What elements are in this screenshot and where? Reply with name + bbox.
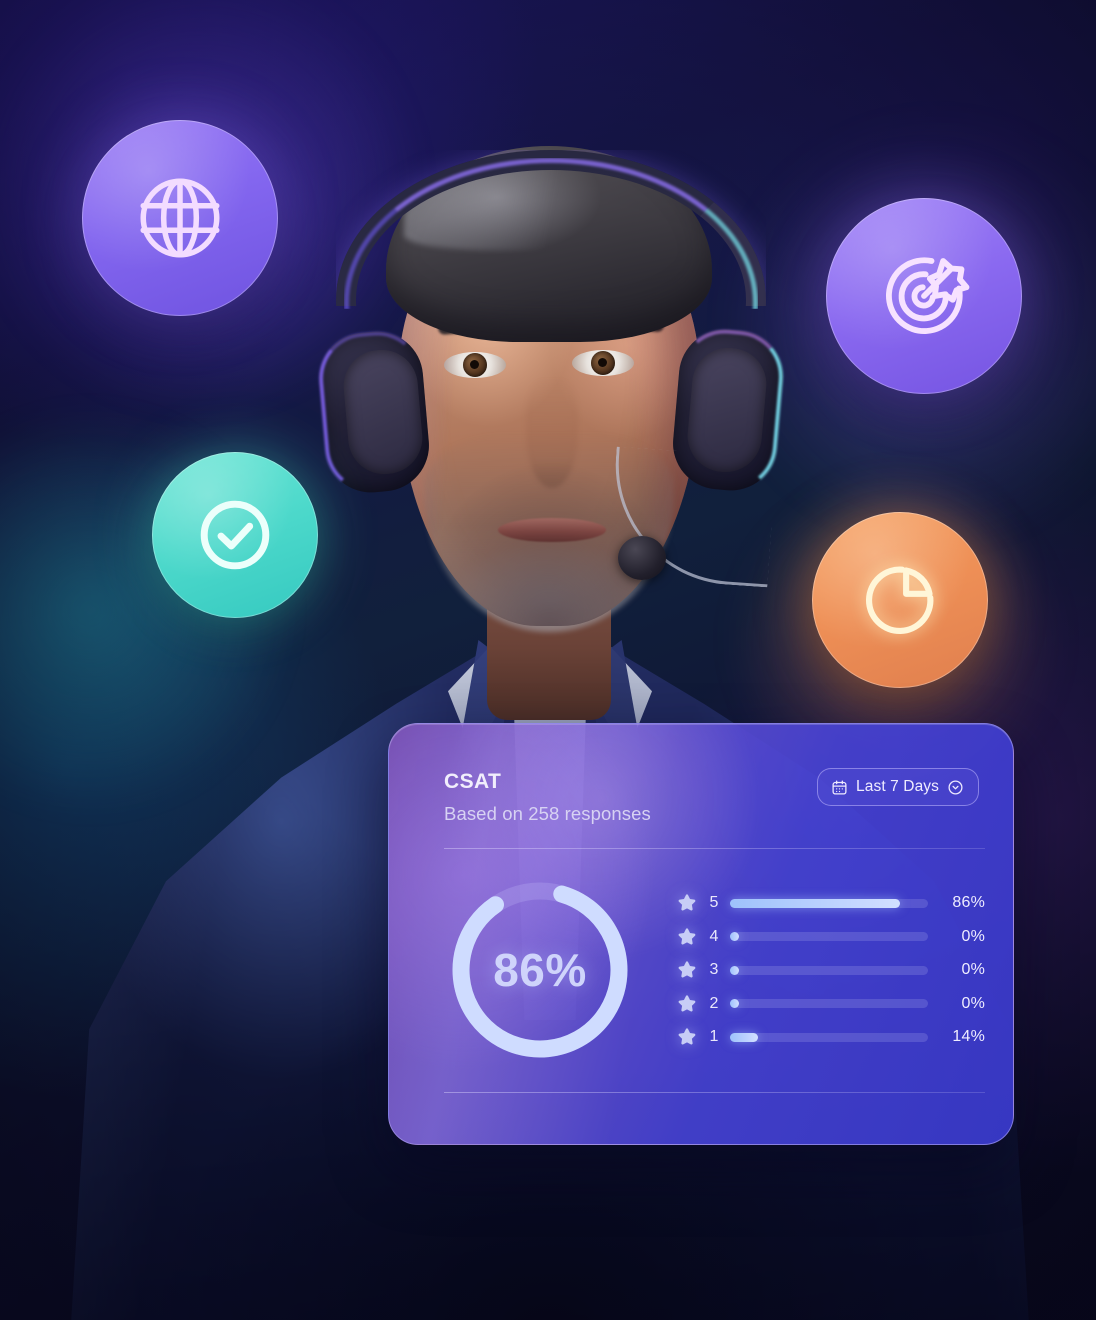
rating-row: 1 14% [676, 1026, 985, 1048]
card-body: 86% 5 86% 4 0% 3 0% 2 0% 1 14% [444, 874, 985, 1066]
badge-globe[interactable] [82, 120, 278, 316]
target-arrow-icon [885, 257, 970, 335]
rating-bar-fill [730, 898, 901, 908]
badge-target[interactable] [826, 198, 1022, 394]
star-icon [678, 994, 696, 1011]
star-icon [678, 1028, 696, 1045]
card-heading-group: CSAT Based on 258 responses [444, 770, 651, 825]
rating-row: 4 0% [676, 926, 985, 948]
rating-stars-count: 5 [709, 894, 719, 911]
rating-bar-track [730, 898, 928, 908]
star-icon [678, 961, 696, 978]
rating-bar-fill [730, 965, 739, 975]
rating-bar-track [730, 1032, 928, 1042]
globe-icon [140, 178, 220, 258]
divider-top [444, 848, 985, 849]
rating-percent-label: 0% [961, 961, 985, 978]
rating-bar-track [730, 999, 928, 1008]
csat-card: CSAT Based on 258 responses Last 7 Days [388, 723, 1014, 1145]
rating-row: 5 86% [676, 892, 985, 914]
star-icon [678, 894, 696, 911]
scene-root: CSAT Based on 258 responses Last 7 Days [0, 0, 1096, 1320]
rating-bar-fill [730, 1032, 758, 1042]
star-icon [678, 927, 696, 944]
card-header: CSAT Based on 258 responses Last 7 Days [444, 768, 979, 825]
csat-donut-gauge: 86% [444, 874, 636, 1066]
calendar-icon [832, 779, 847, 795]
rating-stars-count: 4 [709, 927, 719, 945]
badge-check[interactable] [152, 452, 318, 618]
rating-percent-label: 0% [961, 927, 985, 945]
rating-breakdown-list: 5 86% 4 0% 3 0% 2 0% 1 14% [662, 892, 985, 1048]
csat-score-label: 86% [493, 944, 587, 996]
rating-stars-count: 1 [709, 1028, 719, 1045]
rating-bar-track [730, 965, 928, 975]
check-circle-icon [200, 500, 270, 570]
date-range-label: Last 7 Days [856, 778, 939, 795]
rating-row: 2 0% [676, 993, 985, 1015]
rating-bar-fill [730, 999, 739, 1008]
rating-percent-label: 0% [961, 994, 985, 1012]
pie-chart-icon [866, 566, 934, 634]
chevron-down-circle-icon[interactable] [947, 779, 964, 796]
card-subtitle: Based on 258 responses [444, 803, 651, 824]
page-title: CSAT [444, 770, 502, 793]
date-range-button[interactable]: Last 7 Days [817, 768, 979, 806]
rating-stars-count: 2 [709, 994, 719, 1012]
rating-bar-track [730, 932, 928, 941]
divider-bottom [444, 1092, 985, 1093]
rating-percent-label: 14% [952, 1028, 985, 1045]
rating-bar-fill [730, 932, 739, 941]
rating-percent-label: 86% [952, 894, 985, 911]
rating-row: 3 0% [676, 959, 985, 981]
rating-stars-count: 3 [709, 961, 719, 978]
badge-pie[interactable] [812, 512, 988, 688]
